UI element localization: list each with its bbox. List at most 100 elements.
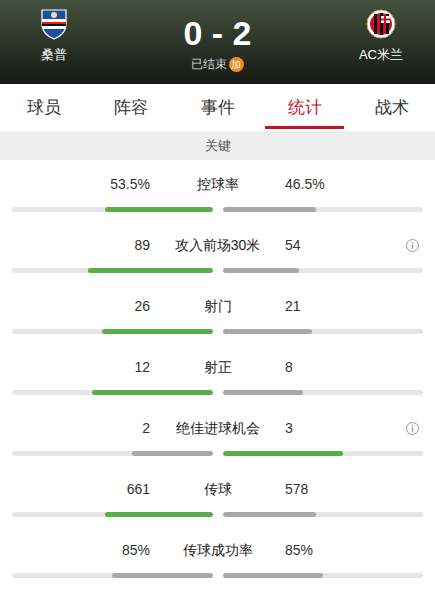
away-side: 85% [285,540,435,561]
stat-bars [0,207,435,212]
home-value: 53.5% [0,174,150,195]
away-value: 8 [285,357,293,378]
score-block: 0 - 2 已结束加 [183,0,251,84]
stat-values: 53.5%控球率46.5% [0,173,435,195]
tab-label: 统计 [288,97,322,119]
home-value: 85% [0,540,150,561]
home-bar-track [12,268,213,273]
away-side: 578 [285,479,435,500]
away-bar-track [223,512,424,517]
away-side: 3 [285,418,435,439]
stat-bars [0,573,435,578]
tab[interactable]: 事件 [174,84,261,131]
stat-label: 射正 [150,357,285,378]
away-logo-icon [366,8,396,40]
home-bar-track [12,573,213,578]
stat-label: 控球率 [150,174,285,195]
stat-row: 89攻入前场30米54 [0,221,435,282]
stat-values: 12射正8 [0,356,435,378]
away-bar-fill [223,329,313,334]
info-icon[interactable] [406,239,419,252]
stat-values: 2绝佳进球机会3 [0,417,435,439]
away-value: 85% [285,540,313,561]
home-bar-fill [105,207,212,212]
home-bar-track [12,512,213,517]
home-bar-track [12,451,213,456]
home-bar-fill [112,573,212,578]
away-value: 21 [285,296,301,317]
match-header: 桑普 0 - 2 已结束加 AC米兰 [0,0,435,84]
stat-label: 传球成功率 [150,540,285,561]
home-value: 12 [0,357,150,378]
tab-label: 阵容 [114,97,148,119]
team-name: 桑普 [41,46,67,64]
away-bar-track [223,268,424,273]
stat-bars [0,512,435,517]
stat-row: 2绝佳进球机会3 [0,404,435,465]
away-bar-track [223,329,424,334]
away-bar-fill [223,268,299,273]
stat-bars [0,451,435,456]
tab[interactable]: 球员 [0,84,87,131]
away-bar-track [223,207,424,212]
stat-bars [0,390,435,395]
away-value: 54 [285,235,301,256]
away-bar-fill [223,207,316,212]
status-text: 已结束 [191,56,227,72]
tab[interactable]: 阵容 [87,84,174,131]
tab-underline [265,126,344,129]
home-bar-fill [105,512,212,517]
home-bar-track [12,329,213,334]
home-bar-fill [92,390,212,395]
stat-bars [0,329,435,334]
stat-values: 26射门21 [0,295,435,317]
away-side: 46.5% [285,174,435,195]
away-bar-fill [223,451,343,456]
team-name: AC米兰 [359,46,403,64]
home-value: 2 [0,418,150,439]
away-bar-fill [223,512,316,517]
info-icon[interactable] [406,422,419,435]
away-value: 46.5% [285,174,325,195]
stat-values: 85%传球成功率85% [0,539,435,561]
home-bar-fill [88,268,212,273]
home-bar-track [12,207,213,212]
stat-label: 射门 [150,296,285,317]
away-bar-track [223,390,424,395]
stat-values: 661传球578 [0,478,435,500]
tab-bar: 球员 阵容 事件 统计 战术 [0,84,435,131]
stat-label: 攻入前场30米 [150,235,285,256]
home-team[interactable]: 桑普 [14,0,94,84]
away-side: 8 [285,357,435,378]
away-value: 578 [285,479,308,500]
home-value: 661 [0,479,150,500]
tab[interactable]: 战术 [348,84,435,131]
tab-label: 战术 [375,97,409,119]
stat-row: 661传球578 [0,465,435,526]
away-side: 54 [285,235,435,256]
match-status: 已结束加 [191,56,244,72]
away-team[interactable]: AC米兰 [341,0,421,84]
away-bar-fill [223,390,303,395]
away-bar-track [223,573,424,578]
stat-values: 89攻入前场30米54 [0,234,435,256]
tab-label: 球员 [27,97,61,119]
stat-bars [0,268,435,273]
section-title: 关键 [205,137,231,155]
stat-label: 传球 [150,479,285,500]
home-bar-track [12,390,213,395]
home-bar-fill [132,451,212,456]
away-bar-fill [223,573,323,578]
away-side: 21 [285,296,435,317]
stat-row: 12射正8 [0,343,435,404]
home-value: 26 [0,296,150,317]
home-value: 89 [0,235,150,256]
score: 0 - 2 [183,14,251,52]
section-header: 关键 [0,131,435,160]
away-value: 3 [285,418,293,439]
stat-row: 85%传球成功率85% [0,526,435,587]
away-bar-track [223,451,424,456]
tab-label: 事件 [201,97,235,119]
tab[interactable]: 统计 [261,84,348,131]
extra-time-badge: 加 [229,57,244,72]
